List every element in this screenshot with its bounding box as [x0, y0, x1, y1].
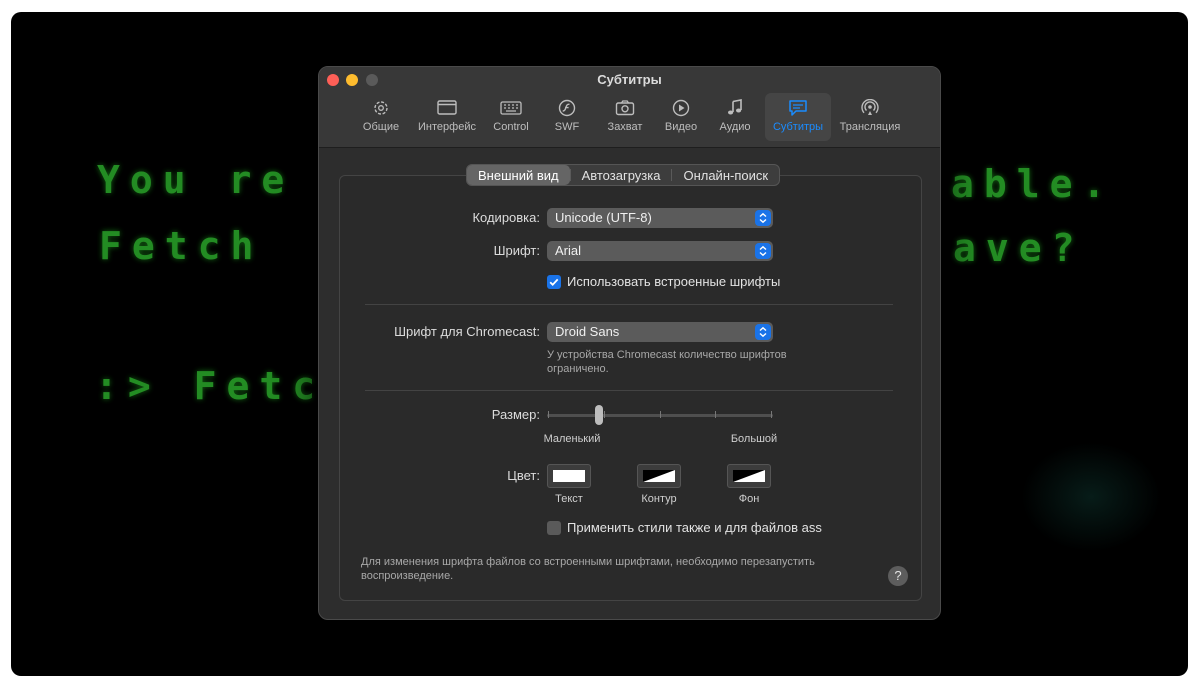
subtitles-preferences-window: Субтитры Общие Интерфейс Control SWF Зах… — [318, 66, 941, 620]
window-title: Субтитры — [597, 72, 662, 87]
tab-broadcast-label: Трансляция — [839, 121, 901, 133]
appearance-group — [339, 175, 922, 601]
preferences-toolbar: Общие Интерфейс Control SWF Захват Видео… — [319, 93, 940, 143]
video-text-line-5: ave? — [953, 226, 1085, 270]
updown-arrows-icon — [755, 210, 771, 226]
play-icon — [670, 98, 692, 118]
segment-online-search[interactable]: Онлайн-поиск — [672, 165, 779, 185]
size-max-label: Большой — [730, 433, 778, 445]
broadcast-icon — [859, 98, 881, 118]
apply-ass-label: Применить стили также и для файлов ass — [567, 520, 822, 535]
text-color-sample — [553, 470, 585, 482]
chromecast-font-popup[interactable]: Droid Sans — [547, 322, 773, 342]
chromecast-note: У устройства Chromecast количество шрифт… — [547, 349, 787, 375]
slider-tick — [715, 411, 716, 418]
background-color-sample — [733, 470, 765, 482]
window-icon — [436, 98, 458, 118]
help-button[interactable]: ? — [888, 566, 908, 586]
footer-note: Для изменения шрифта файлов со встроенны… — [361, 556, 815, 582]
tab-interface[interactable]: Интерфейс — [413, 93, 481, 141]
tab-control[interactable]: Control — [489, 93, 533, 141]
music-note-icon — [724, 98, 746, 118]
tab-general-label: Общие — [362, 121, 400, 133]
outline-color-sample — [643, 470, 675, 482]
checkmark-icon — [549, 278, 559, 286]
color-outline-label: Контур — [641, 493, 677, 505]
video-glow — [1021, 442, 1161, 552]
color-label: Цвет: — [507, 468, 540, 483]
size-label: Размер: — [491, 407, 540, 422]
slider-tick — [660, 411, 661, 418]
tab-broadcast[interactable]: Трансляция — [837, 93, 903, 141]
tab-video[interactable]: Видео — [659, 93, 703, 141]
tab-audio[interactable]: Аудио — [715, 93, 755, 141]
divider — [365, 390, 893, 391]
video-text-line-1: You re — [97, 158, 295, 202]
color-background-label: Фон — [738, 493, 760, 505]
size-slider[interactable] — [547, 403, 773, 427]
tab-general[interactable]: Общие — [359, 93, 403, 141]
encoding-value: Unicode (UTF-8) — [555, 210, 652, 225]
keyboard-icon — [500, 98, 522, 118]
apply-ass-checkbox[interactable] — [547, 521, 561, 535]
font-value: Arial — [555, 243, 582, 258]
segment-autoload[interactable]: Автозагрузка — [571, 165, 672, 185]
tab-capture-label: Захват — [607, 121, 643, 133]
camera-icon — [614, 98, 636, 118]
embedded-fonts-label: Использовать встроенные шрифты — [567, 274, 781, 289]
titlebar: Субтитры Общие Интерфейс Control SWF Зах… — [319, 67, 940, 148]
gear-icon — [370, 98, 392, 118]
tab-control-label: Control — [493, 121, 529, 133]
tab-swf[interactable]: SWF — [547, 93, 587, 141]
segment-appearance[interactable]: Внешний вид — [467, 165, 570, 185]
tab-subtitles-label: Субтитры — [772, 121, 824, 133]
appearance-segmented-control: Внешний вид Автозагрузка Онлайн-поиск — [466, 164, 781, 186]
chromecast-font-value: Droid Sans — [555, 324, 620, 339]
outline-color-well[interactable] — [637, 464, 681, 488]
color-text-label: Текст — [555, 493, 583, 505]
slider-tick — [604, 411, 605, 418]
embedded-fonts-checkbox[interactable] — [547, 275, 561, 289]
encoding-label: Кодировка: — [472, 210, 540, 225]
flash-icon — [556, 98, 578, 118]
slider-tick — [548, 411, 549, 418]
tab-audio-label: Аудио — [719, 121, 751, 133]
text-color-well[interactable] — [547, 464, 591, 488]
video-text-line-3: :> Fetc — [95, 364, 326, 408]
slider-tick — [771, 411, 772, 418]
font-label: Шрифт: — [493, 243, 540, 258]
subtitles-icon — [787, 98, 809, 118]
tab-subtitles[interactable]: Субтитры — [765, 93, 831, 141]
tab-interface-label: Интерфейс — [418, 121, 476, 133]
slider-thumb[interactable] — [595, 405, 603, 425]
background-color-well[interactable] — [727, 464, 771, 488]
updown-arrows-icon — [755, 243, 771, 259]
chromecast-font-label: Шрифт для Chromecast: — [394, 324, 540, 339]
tab-video-label: Видео — [664, 121, 698, 133]
video-text-line-2: Fetch — [99, 224, 264, 268]
size-min-label: Маленький — [543, 433, 601, 445]
updown-arrows-icon — [755, 324, 771, 340]
tab-swf-label: SWF — [554, 121, 580, 133]
font-popup[interactable]: Arial — [547, 241, 773, 261]
tab-capture[interactable]: Захват — [601, 93, 649, 141]
encoding-popup[interactable]: Unicode (UTF-8) — [547, 208, 773, 228]
video-text-line-4: able. — [951, 162, 1116, 206]
divider — [365, 304, 893, 305]
